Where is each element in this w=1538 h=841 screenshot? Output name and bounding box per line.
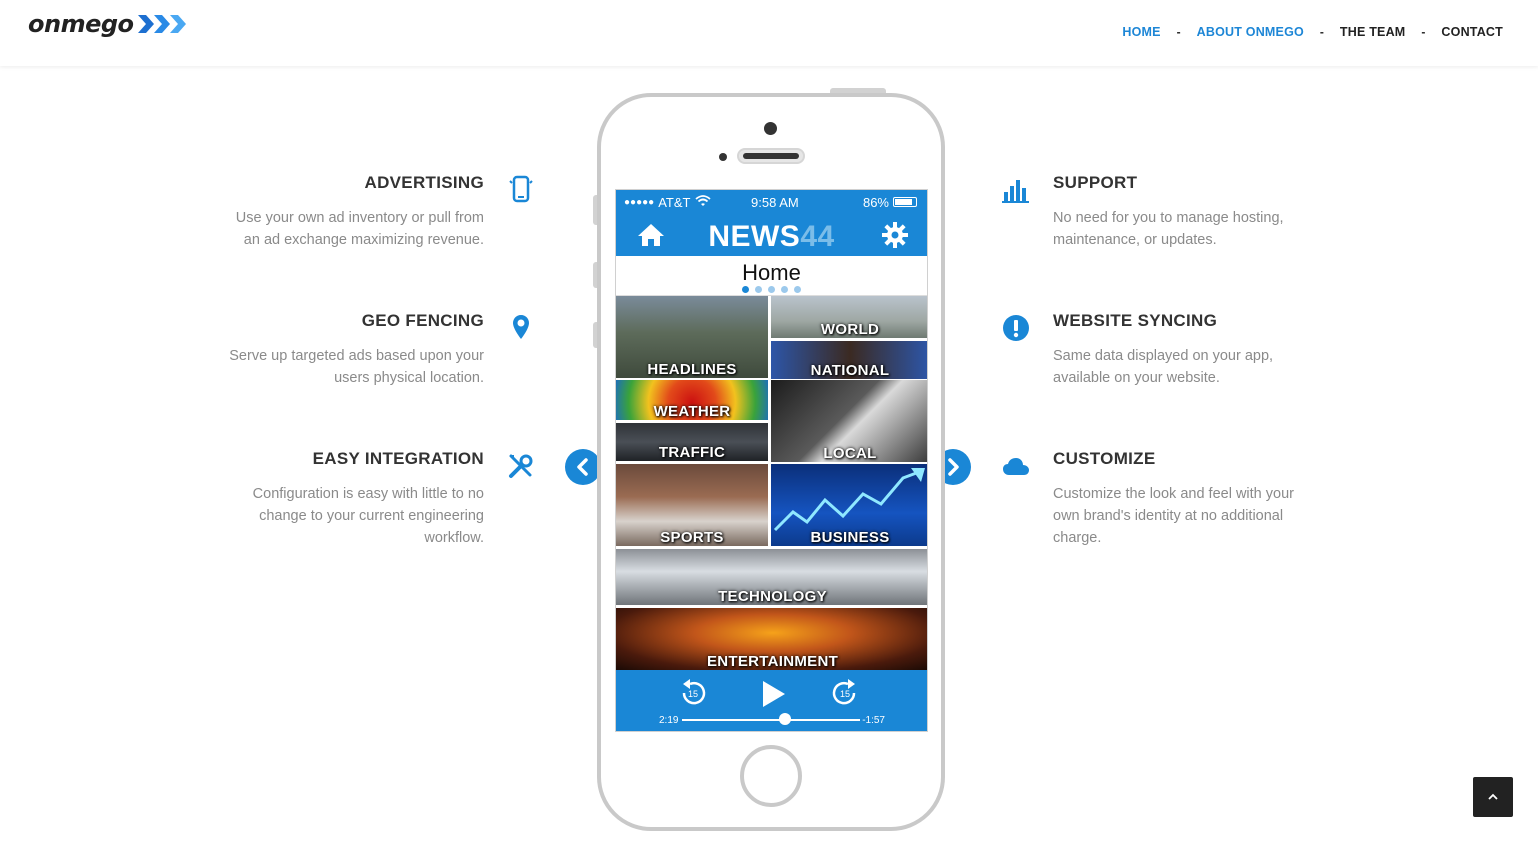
feature-title: ADVERTISING [364, 173, 484, 192]
exclamation-icon [1002, 314, 1030, 342]
feature-title: WEBSITE SYNCING [1053, 311, 1218, 330]
page-title: Home [742, 260, 801, 285]
progress-track[interactable] [682, 719, 860, 721]
nav-separator: - [1319, 25, 1324, 39]
feature-text: Customize the look and feel with your own… [1053, 486, 1294, 546]
feature-title: EASY INTEGRATION [312, 449, 484, 468]
page-dot[interactable] [794, 286, 801, 293]
phone-camera [764, 122, 777, 135]
feature-title: GEO FENCING [361, 311, 484, 330]
status-time: 9:58 AM [751, 194, 799, 210]
carousel-prev-button[interactable] [565, 449, 601, 485]
phone-speaker [737, 148, 805, 164]
tile-business[interactable]: BUSINESS [771, 464, 927, 546]
gear-icon[interactable] [881, 221, 909, 254]
chevron-right-icon [948, 458, 959, 476]
battery-percent: 86% [862, 194, 889, 210]
nav-separator: - [1421, 25, 1426, 39]
wrench-icon [507, 452, 535, 480]
feature-title: CUSTOMIZE [1053, 449, 1156, 468]
tile-sports[interactable]: SPORTS [616, 464, 768, 546]
page-dot[interactable] [768, 286, 775, 293]
app-bar: NEWS44 [616, 214, 927, 256]
page-header: Home [616, 256, 927, 296]
cloud-icon [1002, 452, 1030, 480]
phone-home-button [740, 745, 802, 807]
battery-icon [893, 197, 917, 207]
wifi-icon [695, 194, 712, 210]
play-button[interactable] [758, 679, 788, 714]
tile-traffic[interactable]: TRAFFIC [616, 423, 768, 461]
tile-local[interactable]: LOCAL [771, 380, 927, 462]
feature-easy-integration: EASY INTEGRATION Configuration is easy w… [184, 449, 484, 549]
main-nav: HOME - ABOUT ONMEGO - THE TEAM - CONTACT [1122, 25, 1503, 39]
carrier-label: AT&T [658, 194, 691, 210]
feature-support: SUPPORT No need for you to manage hostin… [1053, 173, 1353, 251]
map-pin-icon [507, 313, 535, 341]
remaining-time: -1:57 [862, 715, 885, 726]
feature-title: SUPPORT [1053, 173, 1138, 192]
nav-home[interactable]: HOME [1122, 25, 1160, 39]
tile-headlines[interactable]: HEADLINES [616, 296, 768, 378]
status-bar: ●●●●● AT&T 9:58 AM 86% [616, 190, 927, 214]
logo-text: onmego [28, 10, 134, 38]
tile-technology[interactable]: TECHNOLOGY [616, 549, 927, 605]
phone-sensor [719, 153, 727, 161]
feature-geo-fencing: GEO FENCING Serve up targeted ads based … [184, 311, 484, 389]
feature-text: No need for you to manage hosting, mainte… [1053, 210, 1284, 248]
scroll-to-top-button[interactable] [1473, 777, 1513, 817]
nav-about[interactable]: ABOUT ONMEGO [1197, 25, 1304, 39]
elapsed-time: 2:19 [659, 715, 679, 726]
feature-text: Use your own ad inventory or pull from an… [235, 210, 484, 248]
tile-world[interactable]: WORLD [771, 296, 927, 338]
chevron-up-icon [1488, 793, 1498, 800]
play-icon [763, 681, 785, 707]
feature-advertising: ADVERTISING Use your own ad inventory or… [184, 173, 484, 251]
progress-knob[interactable] [779, 713, 792, 725]
skip-forward-button[interactable]: 15 [828, 678, 862, 713]
nav-team[interactable]: THE TEAM [1340, 25, 1406, 39]
tile-national[interactable]: NATIONAL [771, 341, 927, 379]
tile-entertainment[interactable]: ENTERTAINMENT [616, 608, 927, 670]
page-dot[interactable] [742, 286, 749, 293]
feature-text: Serve up targeted ads based upon your use… [229, 348, 484, 386]
feature-customize: CUSTOMIZE Customize the look and feel wi… [1053, 449, 1353, 549]
skip-back-label: 15 [688, 689, 698, 699]
feature-text: Same data displayed on your app, availabl… [1053, 348, 1274, 386]
feature-text: Configuration is easy with little to no c… [252, 486, 484, 546]
site-header: onmego HOME - ABOUT ONMEGO - THE TEAM - … [0, 0, 1538, 66]
bar-chart-icon [1002, 176, 1030, 204]
logo[interactable]: onmego [28, 10, 188, 38]
page-dot[interactable] [781, 286, 788, 293]
tile-weather[interactable]: WEATHER [616, 380, 768, 420]
page-dot[interactable] [755, 286, 762, 293]
logo-arrows-icon [137, 13, 188, 35]
skip-back-button[interactable]: 15 [676, 678, 710, 713]
nav-contact[interactable]: CONTACT [1441, 25, 1503, 39]
page-indicator [742, 286, 801, 293]
signal-dots: ●●●●● [624, 196, 655, 208]
mobile-icon [507, 175, 535, 203]
battery-indicator: 86% [863, 195, 917, 210]
phone-screen: ●●●●● AT&T 9:58 AM 86% NEWS44 Home HEADL… [615, 189, 928, 732]
audio-player: 15 15 2:19 -1:57 [616, 670, 927, 731]
feature-website-syncing: WEBSITE SYNCING Same data displayed on y… [1053, 311, 1353, 389]
chevron-left-icon [577, 458, 588, 476]
skip-forward-label: 15 [840, 689, 850, 699]
nav-separator: - [1176, 25, 1181, 39]
